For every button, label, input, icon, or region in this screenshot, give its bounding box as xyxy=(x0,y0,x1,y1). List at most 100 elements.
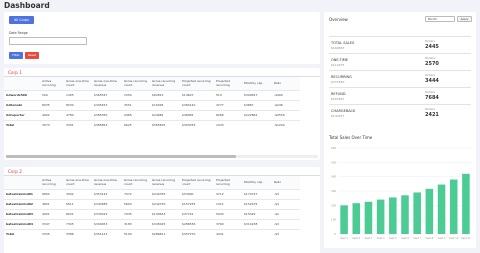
column-header: Monthly cap xyxy=(244,81,263,86)
table-cell: -$1204 xyxy=(274,123,285,128)
table-cell: $3867 xyxy=(244,103,254,107)
column-header: Gross one-time revenue xyxy=(94,178,117,187)
table-cell: $62813 xyxy=(152,93,164,97)
orders-count: 3444 xyxy=(425,78,439,84)
stat-name: ONE-TIME xyxy=(331,58,348,62)
table-cell: $47741 xyxy=(182,212,194,216)
row-label: batestrainind01 xyxy=(6,192,34,196)
table-header-row: Active recurring Gross one-time count Gros… xyxy=(4,176,300,189)
x-tick-label: Sept 9 xyxy=(438,237,446,240)
table-cell: -$3 xyxy=(274,192,279,196)
corp-1-scrollbar[interactable] xyxy=(6,155,318,158)
table-cell: 4465 xyxy=(124,113,132,117)
column-header: Gross recurring revenue xyxy=(152,178,176,187)
table-cell: $244730 xyxy=(152,202,166,206)
table-cell: $15429 xyxy=(244,212,256,216)
table-header-row: Active recurring Gross one-time count Gros… xyxy=(4,77,300,90)
table-cell: $48065 xyxy=(182,113,194,117)
bar[interactable] xyxy=(437,184,446,234)
orders-label: Orders xyxy=(425,56,436,60)
table-cell: 4712 xyxy=(216,192,224,196)
bar[interactable] xyxy=(449,179,458,234)
bar[interactable] xyxy=(376,199,385,234)
x-tick-label: Sept 1 xyxy=(340,237,348,240)
bar[interactable] xyxy=(425,188,434,234)
row-label: Total xyxy=(6,123,15,128)
row-label: batestrainind03 xyxy=(6,212,34,216)
table-cell: 3092 xyxy=(66,192,74,196)
table-cell: $14607 xyxy=(182,93,194,97)
table-cell: 1311 xyxy=(216,202,224,206)
table-cell: 7935 xyxy=(124,212,132,216)
bar[interactable] xyxy=(389,197,397,234)
stat-refund: REFUND $167467 Orders 7684 xyxy=(329,87,471,102)
stat-one-time: ONE-TIME $112275 Orders 2570 xyxy=(329,53,471,68)
period-select[interactable]: Month xyxy=(425,16,455,22)
table-cell: 4784 xyxy=(66,113,74,117)
x-tick-label: Sept 4 xyxy=(377,237,385,240)
table-cell: 4001 xyxy=(42,212,50,216)
table-cell: $53900 xyxy=(182,192,194,196)
table-cell: $174747 xyxy=(244,192,258,196)
column-header xyxy=(4,77,40,90)
corp-chip[interactable]: All Corps xyxy=(9,16,35,24)
stat-name: REFUND xyxy=(331,92,346,96)
table-cell: $353142 xyxy=(94,192,108,196)
overview-panel: Overview Month Apply TOTAL SALES $169553 O… xyxy=(324,12,476,248)
table-cell: 1554 xyxy=(124,93,132,97)
orders-label: Orders xyxy=(425,39,436,43)
table-cell: $286536 xyxy=(182,222,196,226)
column-header: Projected recurring count xyxy=(182,79,211,88)
column-header: Gross recurring revenue xyxy=(152,79,176,88)
table-cell: 4801 xyxy=(42,202,50,206)
table-cell: 5943 xyxy=(216,212,224,216)
table-cell: -$3 xyxy=(274,202,279,206)
table-cell: $24082 xyxy=(152,113,164,117)
bar[interactable] xyxy=(401,195,409,234)
stat-amount: $167467 xyxy=(331,97,345,101)
corp-1-card: Corp 1 Active recurring Gross one-time co… xyxy=(4,68,320,160)
table-cell: $385350 xyxy=(94,113,108,117)
table-cell: 5603 xyxy=(124,202,132,206)
y-tick-label: 0 xyxy=(334,232,336,236)
table-cell xyxy=(242,120,272,130)
column-header: Gross recurring count xyxy=(124,178,148,187)
table-cell: $330919 xyxy=(94,212,108,216)
x-tick-label: Sept 2 xyxy=(352,237,360,240)
column-header: Gross one-time count xyxy=(66,79,89,88)
orders-label: Orders xyxy=(425,73,436,77)
stat-amount: $143377 xyxy=(331,114,345,118)
y-tick-label: 500 xyxy=(331,160,336,164)
reset-button[interactable]: Reset xyxy=(25,52,39,59)
table-cell: 3347 xyxy=(42,222,50,226)
column-header: Rebi xyxy=(274,180,281,185)
column-header: Rebi xyxy=(274,81,281,86)
bar[interactable] xyxy=(340,205,348,234)
date-range-input[interactable] xyxy=(9,37,87,45)
table-cell: $304653 xyxy=(94,222,108,226)
stat-amount: $371550 xyxy=(331,80,345,84)
table-cell: -$2 xyxy=(274,212,279,216)
column-header: Gross one-time count xyxy=(66,178,89,187)
apply-button[interactable]: Apply xyxy=(457,16,472,22)
bar[interactable] xyxy=(352,203,361,234)
table-cell: 5190 xyxy=(124,232,132,237)
corp-2-card: Corp 2 Active recurring Gross one-time co… xyxy=(4,167,320,253)
table-cell xyxy=(242,229,272,239)
table-cell: 3073 xyxy=(42,123,50,128)
table-cell: 3760 xyxy=(216,222,224,226)
filter-button[interactable]: Filter xyxy=(9,52,23,59)
table-row: batestrainind04 3347 7305 $304653 3183 $34502… xyxy=(4,219,300,229)
bar[interactable] xyxy=(413,192,421,234)
table-row: Total 3073 3301 $385853 6625 $365505 $303255 10… xyxy=(4,120,300,130)
x-tick-label: Sept 3 xyxy=(365,237,373,240)
table-cell: 8034 xyxy=(66,103,74,107)
table-cell: 4902 xyxy=(42,113,50,117)
filter-panel: All Corps Date Range Filter Reset xyxy=(4,12,320,64)
scroll-thumb[interactable] xyxy=(6,155,236,158)
table-cell: $157935 xyxy=(182,202,196,206)
stat-name: CHARGEBACK xyxy=(331,109,356,113)
bar[interactable] xyxy=(462,173,470,234)
bar[interactable] xyxy=(364,201,373,234)
column-header: Projected recurring xyxy=(216,178,231,187)
